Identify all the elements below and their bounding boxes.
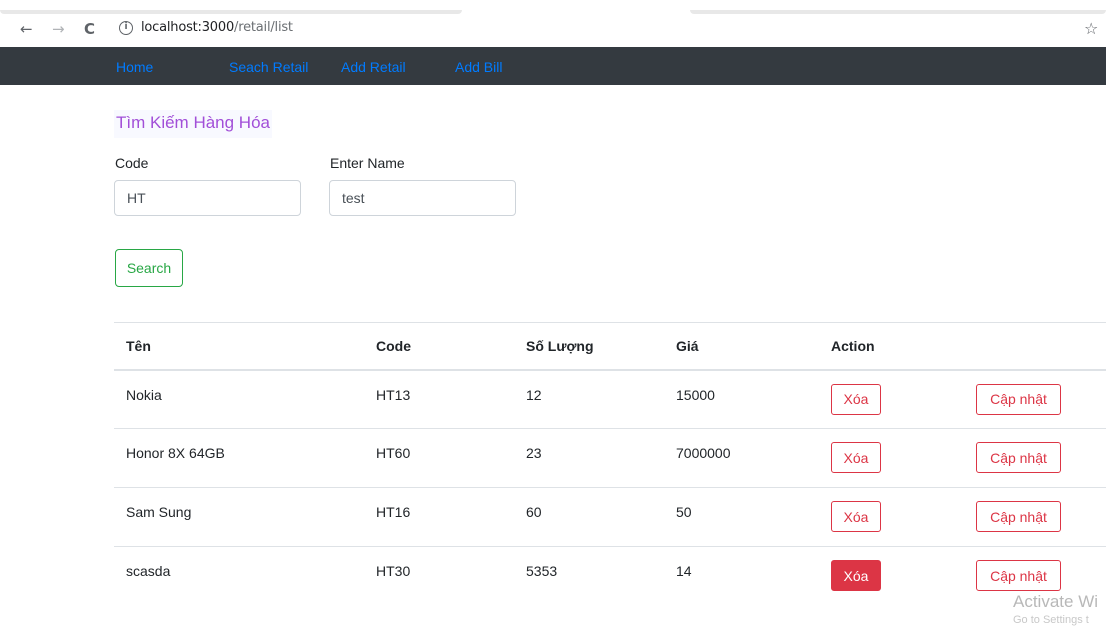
cell-price: 7000000: [664, 428, 819, 488]
reload-icon[interactable]: C: [84, 21, 95, 37]
name-input[interactable]: [329, 180, 516, 216]
table-header-row: Tên Code Số Lượng Giá Action: [114, 322, 1106, 371]
column-header-blank: [964, 322, 1106, 371]
delete-button[interactable]: Xóa: [831, 501, 881, 532]
windows-activation-subtext: Go to Settings t: [1013, 614, 1089, 626]
update-button[interactable]: Cập nhật: [976, 383, 1061, 415]
code-label: Code: [115, 155, 149, 171]
cell-price: 15000: [664, 369, 819, 429]
back-arrow-icon[interactable]: ←: [20, 21, 33, 37]
address-bar[interactable]: localhost:3000/retail/list: [141, 20, 293, 35]
nav-add-bill-link[interactable]: Add Bill: [455, 59, 502, 75]
page-title: Tìm Kiếm Hàng Hóa: [114, 110, 272, 138]
site-info-icon[interactable]: i: [119, 21, 133, 35]
table-row: Sam Sung HT16 60 50 Xóa Cập nhật: [114, 487, 1106, 547]
search-button[interactable]: Search: [115, 249, 183, 287]
windows-activation-watermark: Activate Wi: [1013, 592, 1099, 611]
nav-add-retail-link[interactable]: Add Retail: [341, 59, 406, 75]
cell-update: Cập nhật: [964, 487, 1106, 547]
name-label: Enter Name: [330, 155, 405, 171]
delete-button[interactable]: Xóa: [831, 383, 881, 415]
cell-name: scasda: [114, 546, 364, 606]
retail-table: Tên Code Số Lượng Giá Action Nokia HT13 …: [114, 322, 1106, 606]
update-button[interactable]: Cập nhật: [976, 560, 1061, 591]
table-row: scasda HT30 5353 14 Xóa Cập nhật: [114, 546, 1106, 606]
cell-name: Honor 8X 64GB: [114, 428, 364, 488]
cell-quantity: 23: [514, 428, 664, 488]
cell-delete: Xóa: [819, 546, 964, 606]
url-path: /retail/list: [234, 20, 293, 35]
nav-home-link[interactable]: Home: [116, 59, 153, 75]
app-navbar: Home Seach Retail Add Retail Add Bill: [0, 47, 1106, 85]
nav-search-retail-link[interactable]: Seach Retail: [229, 59, 308, 75]
delete-button[interactable]: Xóa: [831, 560, 881, 591]
browser-tab[interactable]: [0, 10, 462, 14]
column-header-code: Code: [364, 322, 514, 371]
column-header-quantity: Số Lượng: [514, 322, 664, 371]
delete-button[interactable]: Xóa: [831, 442, 881, 473]
cell-price: 50: [664, 487, 819, 547]
cell-code: HT16: [364, 487, 514, 547]
column-header-price: Giá: [664, 322, 819, 371]
cell-quantity: 60: [514, 487, 664, 547]
cell-code: HT30: [364, 546, 514, 606]
cell-code: HT60: [364, 428, 514, 488]
code-input[interactable]: [114, 180, 301, 216]
cell-code: HT13: [364, 369, 514, 429]
cell-price: 14: [664, 546, 819, 606]
update-button[interactable]: Cập nhật: [976, 442, 1061, 473]
update-button[interactable]: Cập nhật: [976, 501, 1061, 532]
forward-arrow-icon[interactable]: →: [52, 21, 65, 37]
column-header-name: Tên: [114, 322, 364, 371]
cell-update: Cập nhật: [964, 369, 1106, 429]
cell-delete: Xóa: [819, 428, 964, 488]
bookmark-star-icon[interactable]: ☆: [1084, 19, 1098, 39]
cell-update: Cập nhật: [964, 428, 1106, 488]
cell-delete: Xóa: [819, 369, 964, 429]
cell-delete: Xóa: [819, 487, 964, 547]
table-row: Nokia HT13 12 15000 Xóa Cập nhật: [114, 369, 1106, 429]
cell-name: Sam Sung: [114, 487, 364, 547]
table-row: Honor 8X 64GB HT60 23 7000000 Xóa Cập nh…: [114, 428, 1106, 488]
url-host: localhost:3000: [141, 20, 235, 35]
browser-toolbar: ← → C i localhost:3000/retail/list ☆: [0, 0, 1106, 47]
browser-tab[interactable]: [690, 10, 1106, 14]
cell-name: Nokia: [114, 369, 364, 429]
cell-quantity: 5353: [514, 546, 664, 606]
column-header-action: Action: [819, 322, 964, 371]
cell-quantity: 12: [514, 369, 664, 429]
